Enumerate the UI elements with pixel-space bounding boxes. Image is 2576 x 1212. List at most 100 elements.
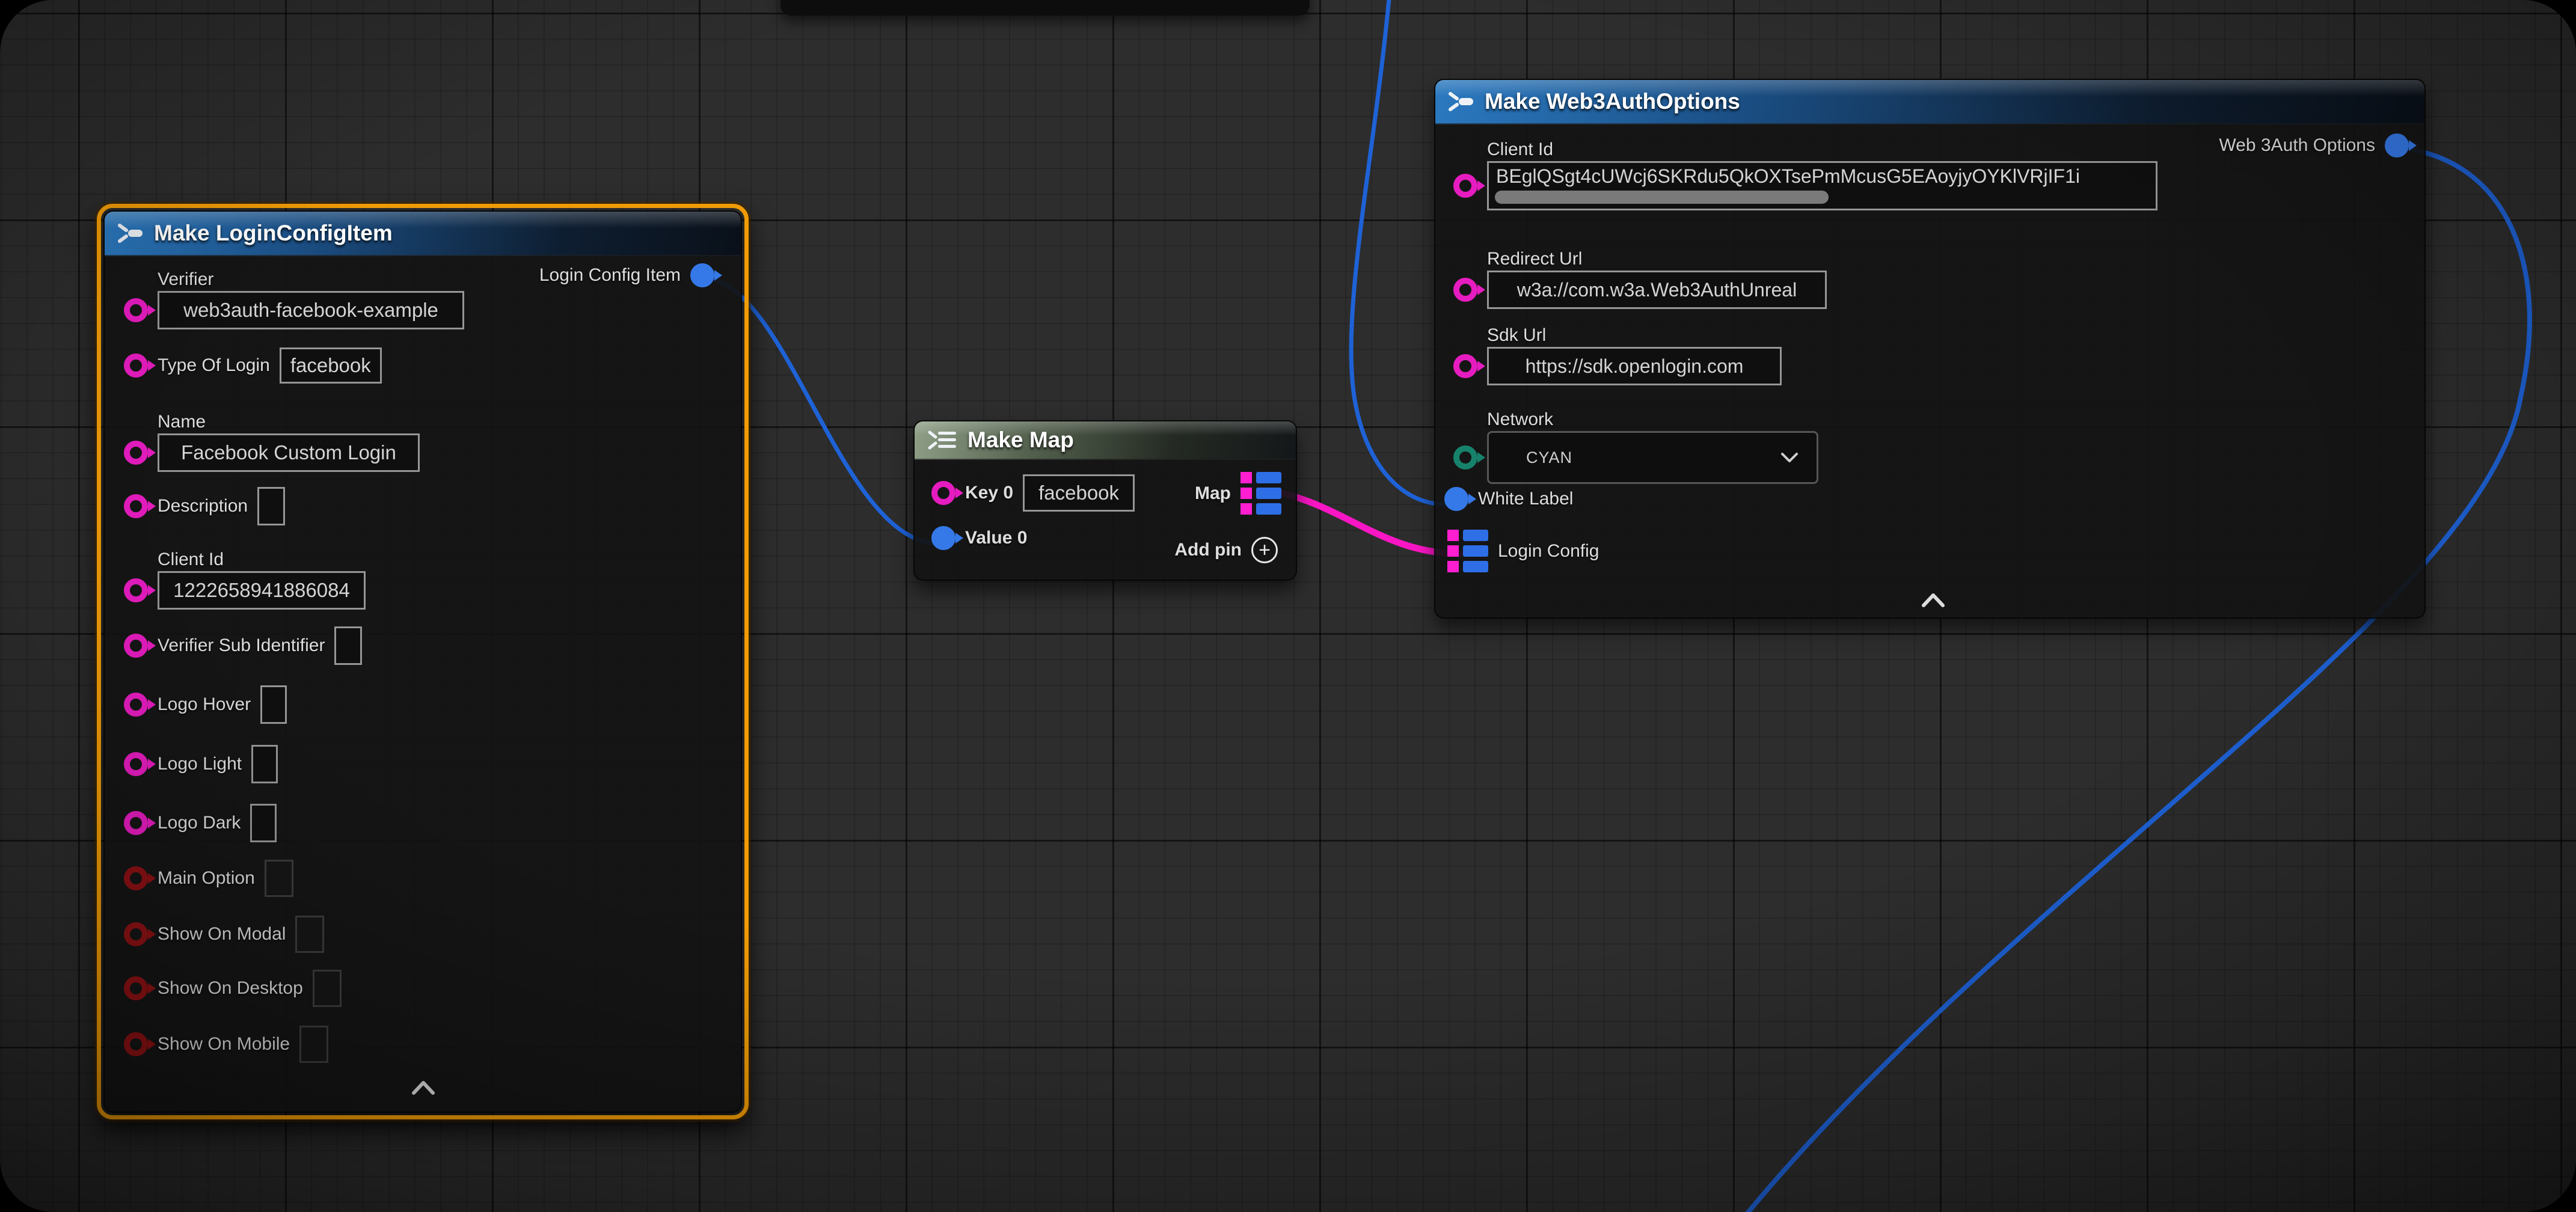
client-id-input[interactable]: BEglQSgt4cUWcj6SKRdu5QkOXTsePmMcusG5EAoy… xyxy=(1487,161,2157,210)
show-on-mobile-label: Show On Mobile xyxy=(158,1033,290,1056)
show-on-mobile-pin[interactable] xyxy=(124,1032,148,1056)
value0-label: Value 0 xyxy=(965,527,1027,549)
sdk-url-label: Sdk Url xyxy=(1487,324,1782,347)
verifier-input[interactable]: web3auth-facebook-example xyxy=(158,291,464,329)
login-config-row: Login Config xyxy=(1447,530,1599,572)
client-id-value: BEglQSgt4cUWcj6SKRdu5QkOXTsePmMcusG5EAoy… xyxy=(1496,165,2080,188)
logo-dark-pin[interactable] xyxy=(124,811,148,835)
dropdown-chevron-icon xyxy=(1779,451,1800,464)
make-map-icon xyxy=(927,428,958,452)
output-pin-label: Login Config Item xyxy=(539,264,681,287)
client-id-label: Client Id xyxy=(158,548,366,571)
horizontal-scrollbar[interactable] xyxy=(1495,191,1829,204)
redirect-url-input[interactable]: w3a://com.w3a.Web3AuthUnreal xyxy=(1487,271,1827,309)
value0-pin[interactable] xyxy=(931,526,955,550)
login-config-item-output-pin[interactable] xyxy=(690,263,714,287)
redirect-url-pin[interactable] xyxy=(1453,278,1477,302)
logo-hover-label: Logo Hover xyxy=(158,693,251,716)
key0-row: Key 0 facebook xyxy=(931,474,1135,512)
redirect-url-row: Redirect Url w3a://com.w3a.Web3AuthUnrea… xyxy=(1453,248,1827,309)
description-input[interactable] xyxy=(257,487,285,525)
node-header-make-loginconfigitem[interactable]: Make LoginConfigItem xyxy=(105,212,741,256)
verifier-pin[interactable] xyxy=(124,298,148,322)
verifier-label: Verifier xyxy=(158,268,464,291)
show-on-desktop-label: Show On Desktop xyxy=(158,977,303,1000)
value0-row: Value 0 xyxy=(931,526,1027,550)
add-pin-icon[interactable]: + xyxy=(1251,537,1278,563)
show-on-mobile-checkbox[interactable] xyxy=(299,1026,328,1063)
show-on-modal-pin[interactable] xyxy=(124,922,148,946)
logo-hover-pin[interactable] xyxy=(124,693,148,717)
show-on-desktop-pin[interactable] xyxy=(124,976,148,1000)
node-make-map[interactable]: Make Map Key 0 facebook Map Value 0 Add … xyxy=(913,420,1297,581)
main-option-checkbox[interactable] xyxy=(265,860,293,897)
show-on-desktop-row: Show On Desktop xyxy=(124,970,342,1007)
web3auth-options-output-pin[interactable] xyxy=(2385,133,2409,158)
client-id-input[interactable]: 1222658941886084 xyxy=(158,571,366,610)
show-on-modal-checkbox[interactable] xyxy=(295,916,324,953)
map-output-row: Map xyxy=(1195,472,1281,515)
logo-dark-input[interactable] xyxy=(250,804,277,842)
description-label: Description xyxy=(158,495,248,518)
map-pin-icon[interactable] xyxy=(1240,472,1281,515)
type-of-login-pin[interactable] xyxy=(124,354,148,378)
logo-light-row: Logo Light xyxy=(124,745,278,783)
network-dropdown[interactable]: CYAN xyxy=(1487,431,1818,484)
login-config-label: Login Config xyxy=(1498,540,1599,563)
show-on-desktop-checkbox[interactable] xyxy=(313,970,342,1007)
name-row: Name Facebook Custom Login xyxy=(124,411,420,472)
verifier-sub-identifier-pin[interactable] xyxy=(124,634,148,658)
node-title: Make Map xyxy=(968,427,1074,453)
sdk-url-pin[interactable] xyxy=(1453,354,1477,378)
chevron-up-icon[interactable] xyxy=(1919,591,1948,609)
chevron-up-icon[interactable] xyxy=(409,1079,438,1097)
node-make-web3authoptions[interactable]: Make Web3AuthOptions Web 3Auth Options C… xyxy=(1434,79,2426,619)
node-header-make-map[interactable]: Make Map xyxy=(915,421,1296,460)
node-make-loginconfigitem[interactable]: Make LoginConfigItem Login Config Item V… xyxy=(103,210,742,1113)
verifier-sub-identifier-label: Verifier Sub Identifier xyxy=(158,634,325,657)
make-struct-icon xyxy=(1447,90,1475,114)
client-id-label: Client Id xyxy=(1487,138,2157,161)
client-id-pin[interactable] xyxy=(1453,174,1477,198)
show-on-mobile-row: Show On Mobile xyxy=(124,1026,328,1063)
client-id-row: Client Id BEglQSgt4cUWcj6SKRdu5QkOXTsePm… xyxy=(1453,138,2157,210)
login-config-map-pin-icon[interactable] xyxy=(1447,530,1488,572)
client-id-pin[interactable] xyxy=(124,578,148,602)
main-option-row: Main Option xyxy=(124,860,293,897)
sdk-url-input[interactable]: https://sdk.openlogin.com xyxy=(1487,347,1782,385)
description-pin[interactable] xyxy=(124,494,148,518)
logo-hover-input[interactable] xyxy=(260,685,287,724)
verifier-sub-identifier-row: Verifier Sub Identifier xyxy=(124,626,362,665)
logo-dark-row: Logo Dark xyxy=(124,804,277,842)
redirect-url-label: Redirect Url xyxy=(1487,248,1827,271)
wire-top-to-whitelabel xyxy=(1351,0,1446,504)
node-header-make-web3authoptions[interactable]: Make Web3AuthOptions xyxy=(1435,80,2424,124)
logo-dark-label: Logo Dark xyxy=(158,812,241,834)
add-pin-label[interactable]: Add pin xyxy=(1174,539,1242,562)
output-pin-row: Web 3Auth Options xyxy=(2219,133,2409,158)
logo-light-pin[interactable] xyxy=(124,752,148,776)
type-of-login-input[interactable]: facebook xyxy=(280,347,382,384)
network-pin[interactable] xyxy=(1453,445,1477,470)
blueprint-graph-canvas[interactable]: Make LoginConfigItem Login Config Item V… xyxy=(0,0,2576,1212)
type-of-login-row: Type Of Login facebook xyxy=(124,347,382,384)
logo-light-label: Logo Light xyxy=(158,753,242,776)
show-on-modal-row: Show On Modal xyxy=(124,916,324,953)
add-pin-row[interactable]: Add pin + xyxy=(1174,537,1278,563)
name-label: Name xyxy=(158,411,420,433)
map-output-label: Map xyxy=(1195,482,1231,505)
sdk-url-row: Sdk Url https://sdk.openlogin.com xyxy=(1453,324,1782,385)
make-struct-icon xyxy=(117,221,144,245)
name-input[interactable]: Facebook Custom Login xyxy=(158,433,420,472)
name-pin[interactable] xyxy=(124,441,148,465)
client-id-row: Client Id 1222658941886084 xyxy=(124,548,366,610)
node-title: Make Web3AuthOptions xyxy=(1485,89,1740,114)
white-label-pin[interactable] xyxy=(1444,487,1468,511)
key0-pin[interactable] xyxy=(931,481,955,505)
logo-light-input[interactable] xyxy=(251,745,278,783)
logo-hover-row: Logo Hover xyxy=(124,685,287,724)
verifier-sub-identifier-input[interactable] xyxy=(334,626,362,665)
main-option-pin[interactable] xyxy=(124,866,148,890)
key0-input[interactable]: facebook xyxy=(1023,474,1135,512)
key0-label: Key 0 xyxy=(965,482,1013,504)
